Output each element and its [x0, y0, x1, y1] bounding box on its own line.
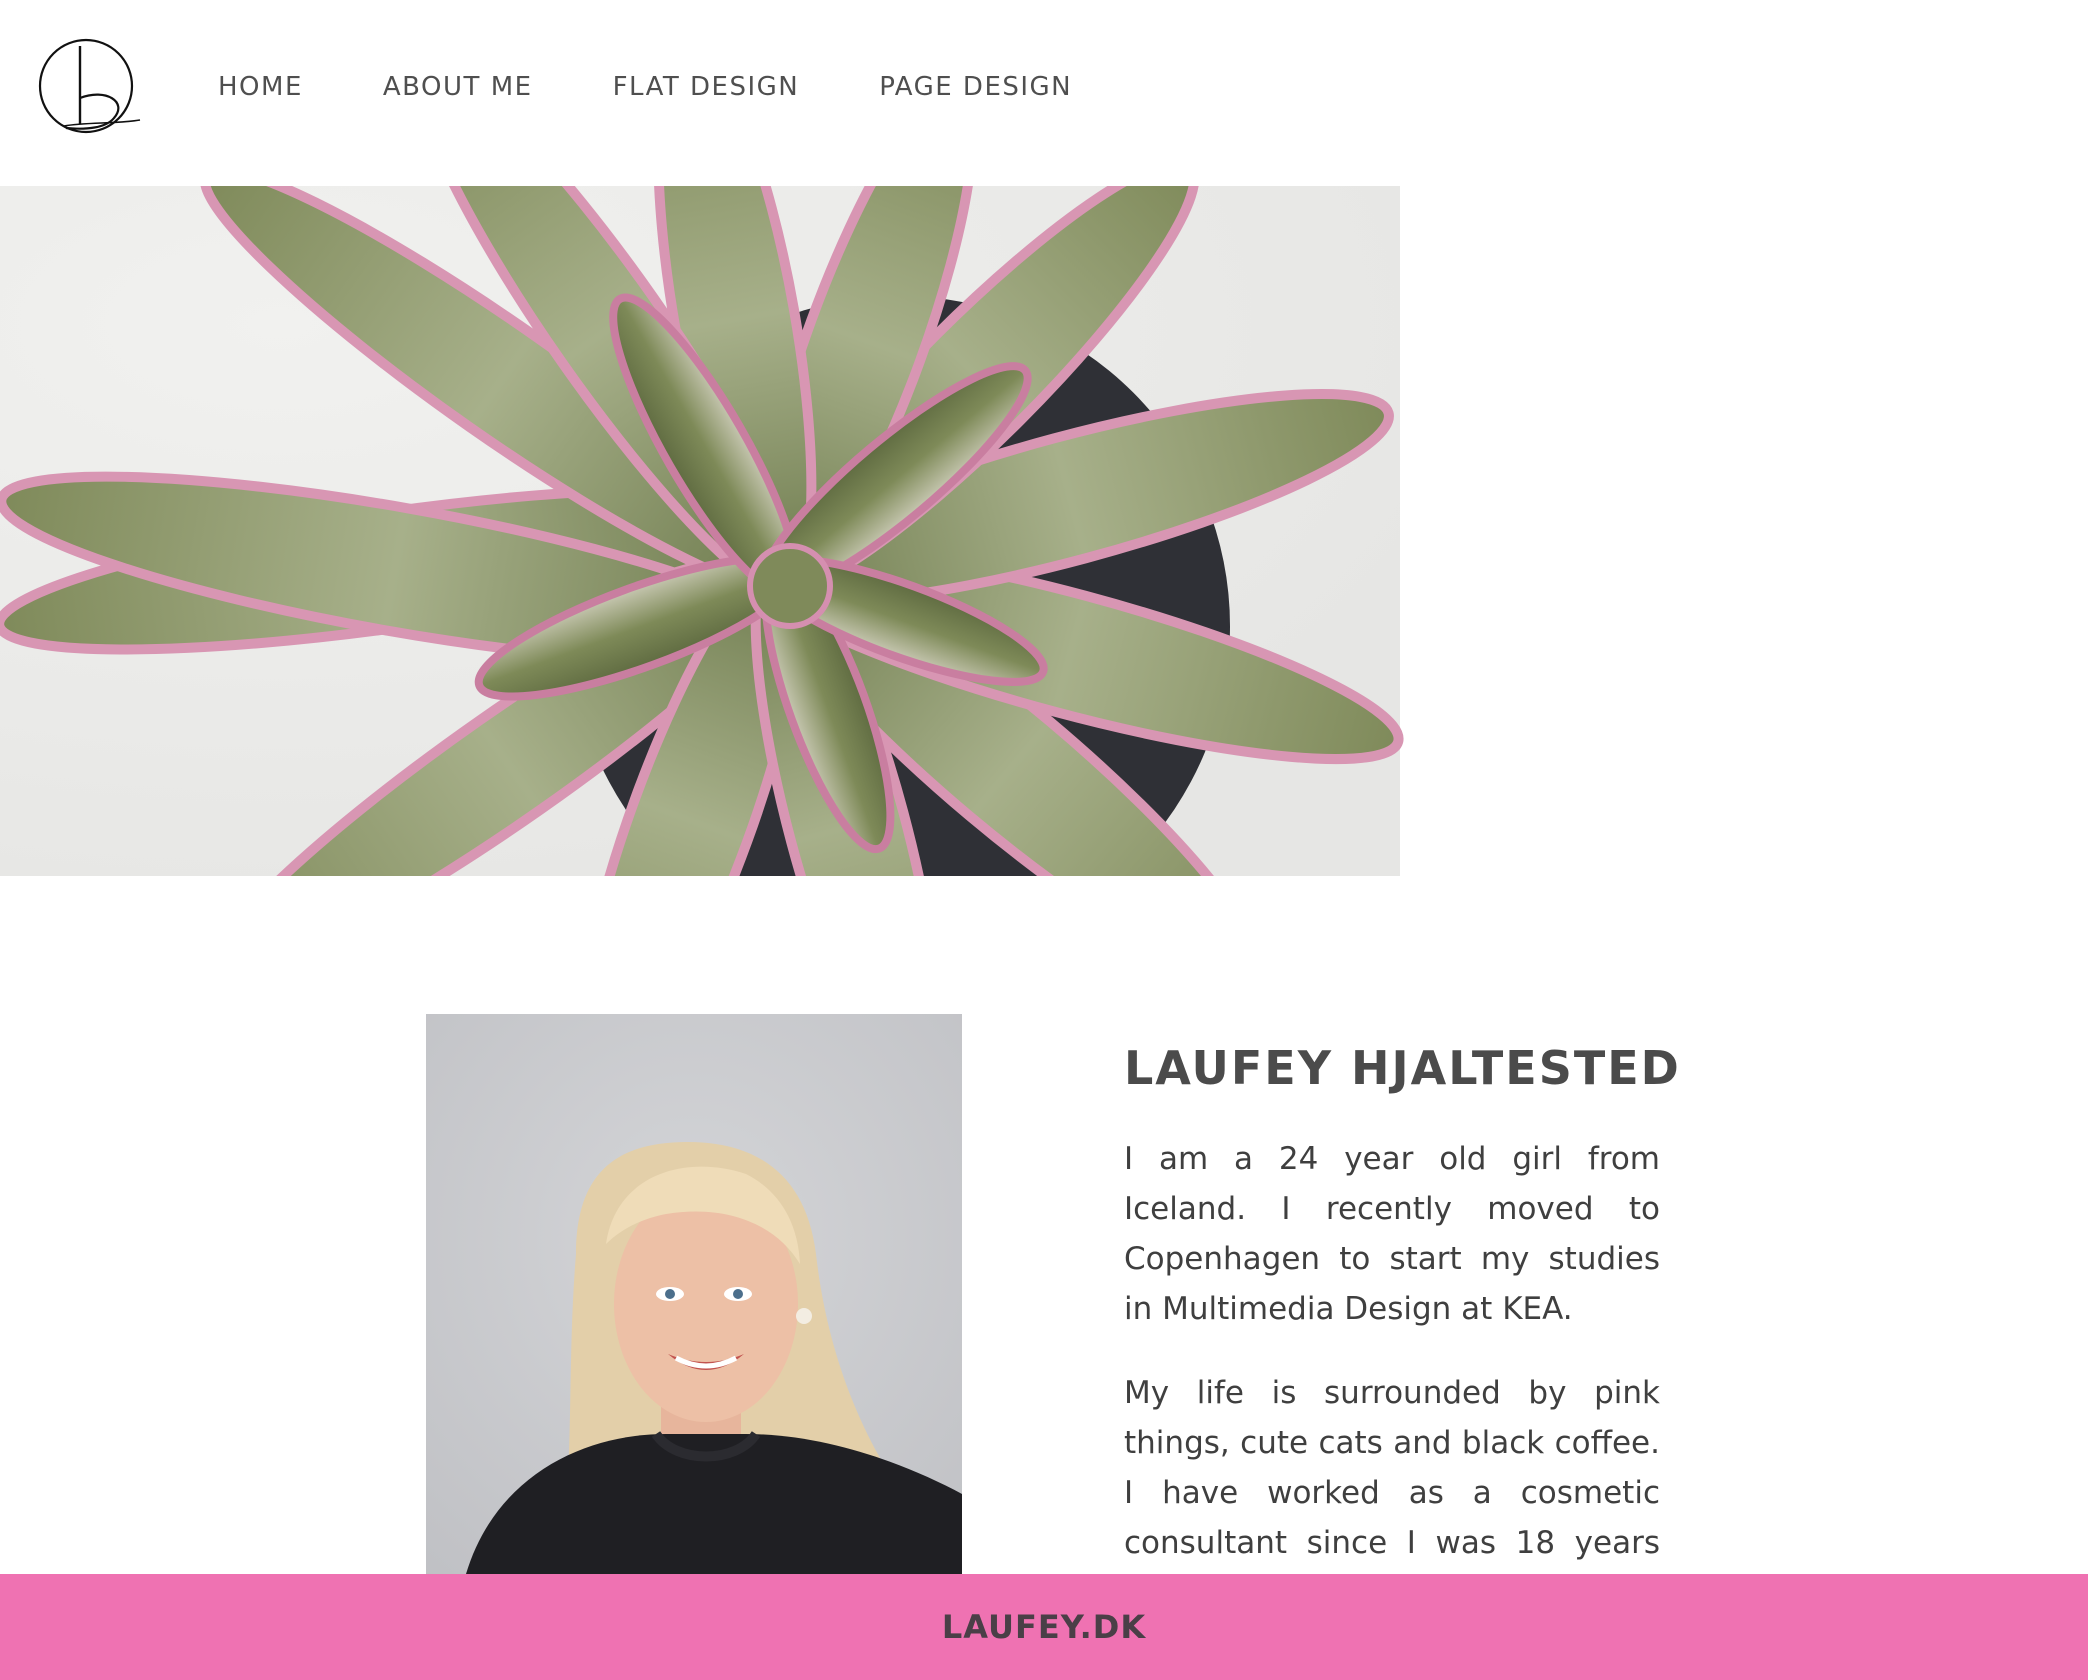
main-nav: HOME ABOUT ME FLAT DESIGN PAGE DESIGN — [218, 66, 1152, 108]
nav-home[interactable]: HOME — [218, 66, 303, 108]
footer-site-label[interactable]: LAUFEY.DK — [942, 1608, 1146, 1646]
nav-flat-design[interactable]: FLAT DESIGN — [613, 66, 800, 108]
about-paragraph-1: I am a 24 year old girl from Iceland. I … — [1124, 1141, 1660, 1327]
about-title: LAUFEY HJALTESTED — [1124, 1041, 1681, 1095]
logo-icon[interactable] — [36, 36, 144, 138]
about-section: LAUFEY HJALTESTED I am a 24 year old gir… — [1124, 1040, 1681, 1652]
site-header: HOME ABOUT ME FLAT DESIGN PAGE DESIGN — [0, 0, 2088, 186]
site-footer: LAUFEY.DK — [0, 1574, 2088, 1680]
nav-about-me[interactable]: ABOUT ME — [383, 66, 533, 108]
portrait-photo — [426, 1014, 962, 1574]
nav-page-design[interactable]: PAGE DESIGN — [879, 66, 1072, 108]
hero-plant-image — [0, 186, 1572, 876]
